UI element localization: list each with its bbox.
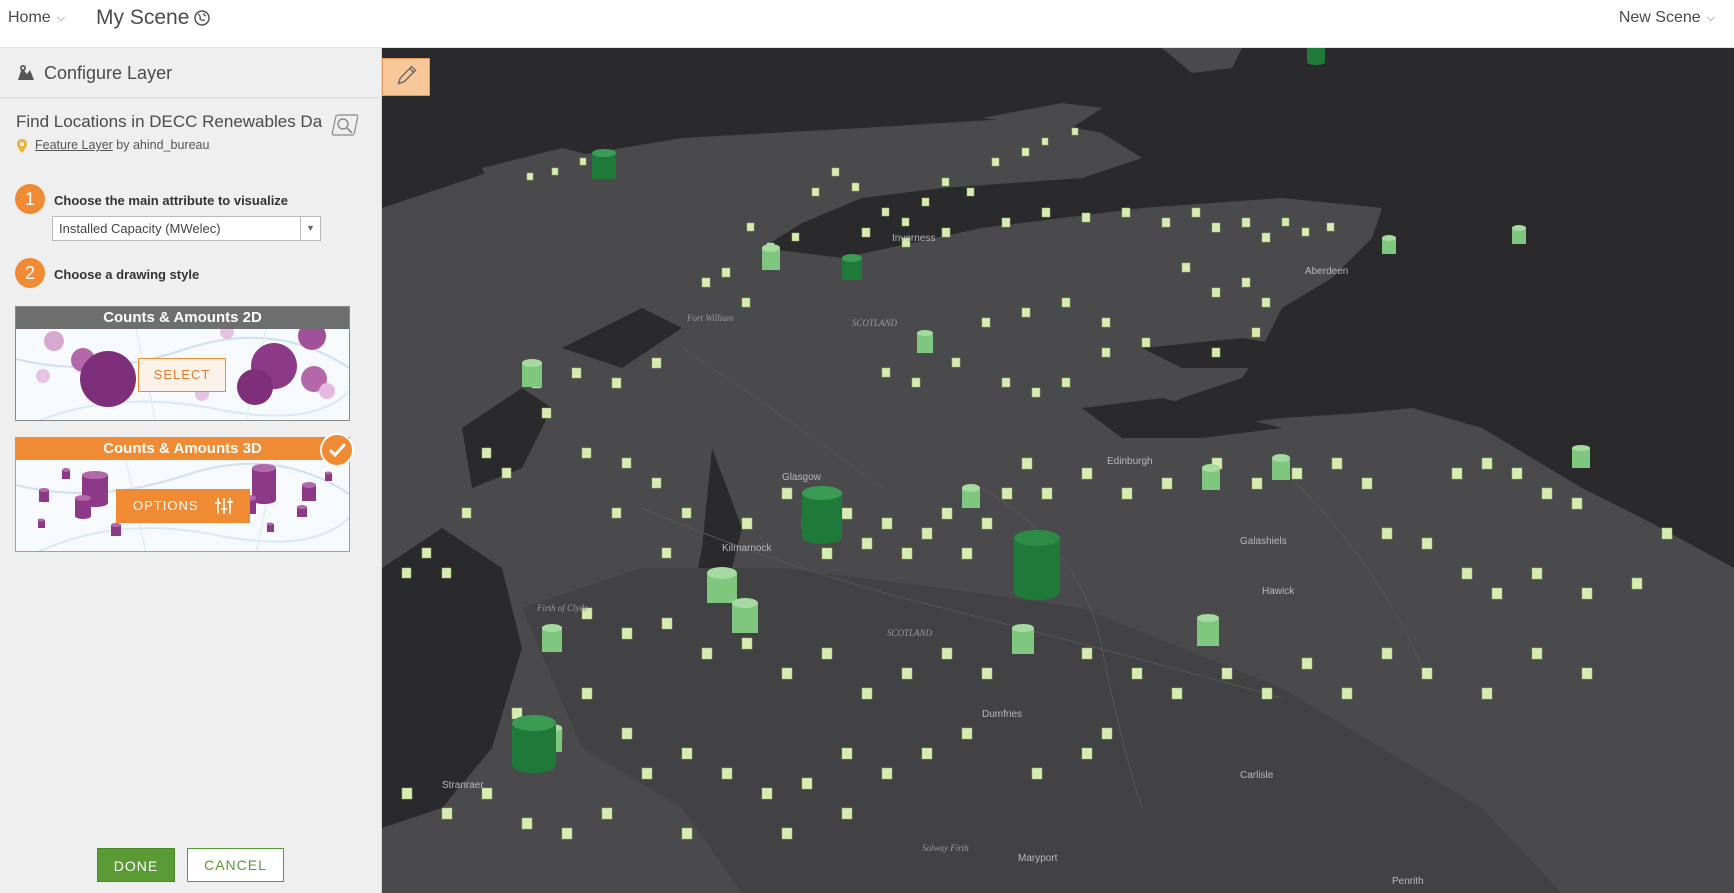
top-bar: Home ⌵ My Scene New Scene ⌵	[0, 0, 1734, 48]
city-label: Glasgow	[782, 472, 821, 483]
home-label[interactable]: Home	[8, 9, 51, 27]
pencil-icon[interactable]	[383, 59, 429, 95]
region-label: SCOTLAND	[887, 628, 933, 638]
options-button[interactable]: OPTIONS	[116, 489, 250, 523]
style-card-2d-title: Counts & Amounts 2D	[16, 307, 349, 329]
city-label: Inverness	[892, 233, 936, 244]
region-label: SCOTLAND	[852, 318, 898, 328]
configure-layer-icon	[18, 65, 34, 80]
selected-checkmark-icon	[320, 433, 354, 467]
style-card-3d[interactable]: Counts & Amounts 3D OPTIONS	[15, 437, 350, 552]
edit-button[interactable]	[382, 58, 430, 96]
place-label: Fort William	[687, 313, 734, 323]
city-label: Stranraer	[442, 780, 484, 791]
attribute-select-value: Installed Capacity (MWelec)	[59, 221, 221, 236]
configure-layer-panel: Configure Layer Find Locations in DECC R…	[0, 48, 382, 893]
feature-layer-icon	[17, 139, 27, 153]
panel-title: Configure Layer	[44, 63, 173, 83]
feature-layer-link[interactable]: Feature Layer	[35, 138, 113, 152]
step-2-badge: 2	[15, 258, 45, 288]
done-button[interactable]: DONE	[97, 848, 175, 882]
style-card-3d-title: Counts & Amounts 3D	[16, 438, 349, 460]
panel-header: Configure Layer	[0, 48, 382, 98]
step-2-label: Choose a drawing style	[54, 267, 200, 282]
city-label: Dumfries	[982, 709, 1023, 720]
scene-map-view[interactable]: SCOTLAND SCOTLAND Fort William Firth of …	[382, 48, 1734, 893]
place-label: Solway Firth	[922, 843, 969, 853]
attribute-select[interactable]: Installed Capacity (MWelec) ▼	[52, 216, 321, 241]
scene-title: My Scene	[96, 6, 190, 29]
layer-search-icon[interactable]	[330, 111, 358, 139]
layer-name: Find Locations in DECC Renewables Da...	[16, 112, 322, 131]
layer-owner: by ahind_bureau	[112, 138, 210, 152]
city-label: Galashiels	[1240, 536, 1287, 547]
city-label: Kilmarnock	[722, 543, 772, 554]
options-button-label[interactable]: OPTIONS	[133, 498, 199, 513]
new-scene-menu[interactable]: New Scene ⌵	[1619, 9, 1715, 27]
city-label: Edinburgh	[1107, 456, 1153, 467]
city-label: Penrith	[1392, 876, 1424, 887]
home-menu[interactable]: Home ⌵	[8, 9, 65, 27]
city-label: Maryport	[1018, 853, 1058, 864]
chevron-down-icon[interactable]: ⌵	[57, 12, 65, 25]
map-terrain	[382, 48, 1734, 893]
layer-meta: Feature Layer by ahind_bureau	[35, 138, 209, 152]
city-label: Aberdeen	[1305, 266, 1349, 277]
globe-icon[interactable]	[193, 9, 211, 27]
city-label: Carlisle	[1240, 770, 1274, 781]
place-label: Firth of Clyde	[537, 603, 588, 613]
cancel-button[interactable]: CANCEL	[187, 848, 284, 882]
step-1-badge: 1	[15, 184, 45, 214]
city-label: Hawick	[1262, 586, 1295, 597]
step-1-label: Choose the main attribute to visualize	[54, 193, 289, 208]
chevron-down-icon[interactable]: ⌵	[1707, 12, 1715, 25]
select-button[interactable]: SELECT	[138, 358, 226, 392]
chevron-down-icon[interactable]: ▼	[300, 217, 320, 240]
sliders-icon[interactable]	[215, 498, 233, 514]
new-scene-label[interactable]: New Scene	[1619, 9, 1701, 27]
style-card-2d[interactable]: Counts & Amounts 2D SELECT	[15, 306, 350, 421]
